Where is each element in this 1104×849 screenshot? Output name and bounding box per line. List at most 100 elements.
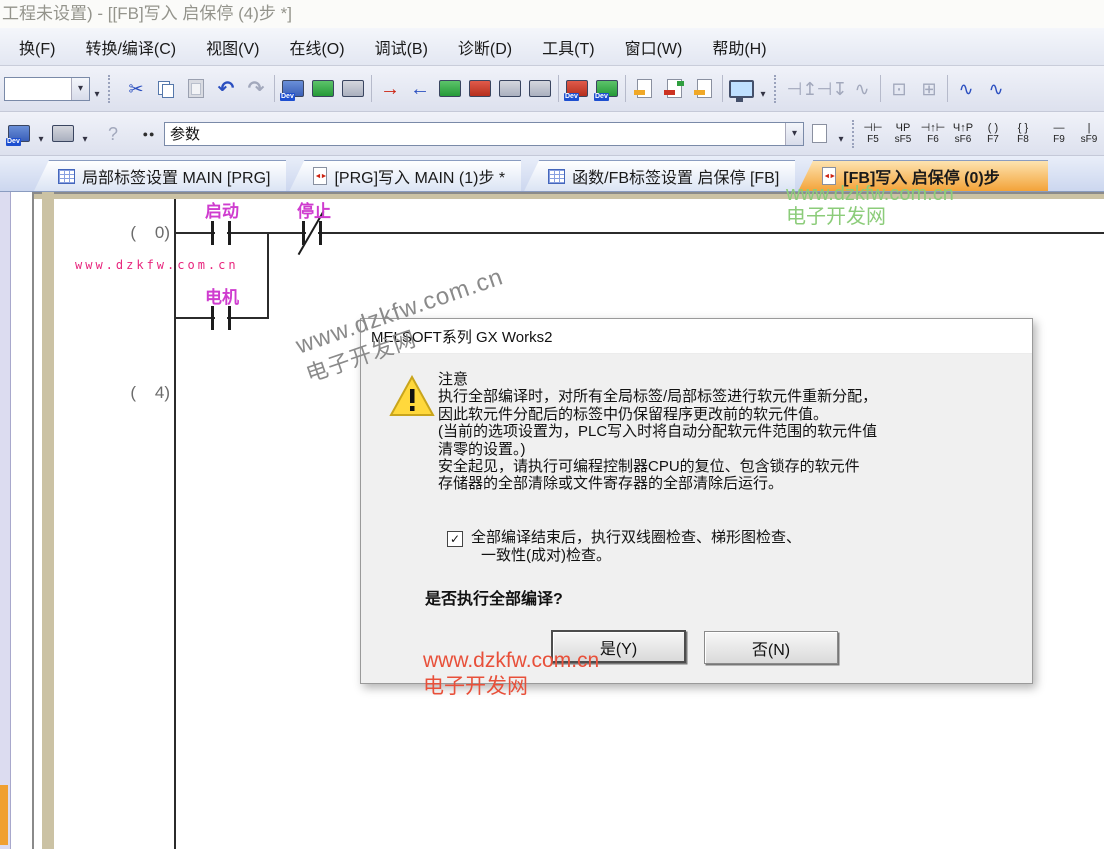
copy-button[interactable] <box>151 74 181 104</box>
read-from-plc-button[interactable]: ← <box>405 74 435 104</box>
tab-prg-write-main[interactable]: ◄► [PRG]写入 MAIN (1)步 * <box>289 160 521 191</box>
contact-label: 停止 <box>297 197 331 222</box>
menu-file[interactable]: 换(F) <box>4 28 70 65</box>
toolbar-grip[interactable] <box>852 120 854 148</box>
find-button[interactable]: ●● <box>134 119 164 149</box>
menu-convert-compile[interactable]: 转换/编译(C) <box>70 28 191 65</box>
doc-find-button[interactable] <box>804 119 834 149</box>
watch-window-button[interactable]: ⊡ <box>884 74 914 104</box>
ladder-instruction-button[interactable]: { }F8 <box>1008 117 1038 151</box>
undo-button[interactable]: ↶ <box>211 74 241 104</box>
device-test-off-button[interactable]: ⊣↧ <box>817 74 847 104</box>
toolbar-overflow-icon[interactable]: ▾ <box>756 75 770 103</box>
monitor-stop-button[interactable] <box>465 74 495 104</box>
ladder-hline-button[interactable]: —F9 <box>1044 117 1074 151</box>
monitor-start-icon <box>439 80 461 97</box>
editor-frame <box>32 192 34 849</box>
separator <box>722 75 723 102</box>
check-after-compile-option: ✓ 全部编译结束后，执行双线圈检查、梯形图检查、 一致性(成对)检查。 <box>447 529 801 565</box>
monitor-write-mode-button[interactable] <box>525 74 555 104</box>
separator <box>880 75 881 102</box>
editor-frame <box>42 192 54 849</box>
checkbox-checked[interactable]: ✓ <box>447 531 463 547</box>
device-find-button[interactable]: Dev <box>278 74 308 104</box>
monitor-start-button[interactable] <box>435 74 465 104</box>
chevron-down-icon[interactable]: ▾ <box>78 120 92 148</box>
chevron-down-icon[interactable]: ▾ <box>71 78 89 100</box>
ladder-open-branch-button[interactable]: ⊣↑⊢F6 <box>918 117 948 151</box>
paste-button[interactable] <box>181 74 211 104</box>
no-button[interactable]: 否(N) <box>704 631 838 664</box>
contact-find-button[interactable] <box>308 74 338 104</box>
device-display-button[interactable]: Dev <box>4 119 34 149</box>
menu-tools[interactable]: 工具(T) <box>527 28 609 65</box>
device-monitor-start-button[interactable]: Dev <box>592 74 622 104</box>
contact-bar <box>228 306 231 330</box>
doc-batch-button[interactable] <box>689 74 719 104</box>
toolbar-grip[interactable] <box>108 75 117 103</box>
monitor-write-mode-icon <box>529 80 551 97</box>
menu-debug[interactable]: 调试(B) <box>360 28 443 65</box>
tab-fb-write-active[interactable]: ◄► [FB]写入 启保停 (0)步 <box>798 160 1048 191</box>
redo-button[interactable]: ↷ <box>241 74 271 104</box>
logging-button[interactable]: ∿ <box>981 74 1011 104</box>
device-zoom-button[interactable] <box>48 119 78 149</box>
transfer-setup-button[interactable] <box>659 74 689 104</box>
device-combo[interactable]: ▾ <box>4 77 90 101</box>
menu-online[interactable]: 在线(O) <box>274 28 359 65</box>
contact-bar <box>319 221 322 245</box>
instruction-find-button[interactable] <box>338 74 368 104</box>
write-to-plc-button[interactable]: → <box>375 74 405 104</box>
menu-view[interactable]: 视图(V) <box>191 28 274 65</box>
find-combo[interactable]: 参数 ▾ <box>164 122 804 146</box>
chevron-down-icon[interactable]: ▾ <box>785 123 803 145</box>
tab-local-label-main[interactable]: 局部标签设置 MAIN [PRG] <box>34 160 286 191</box>
toolbar-grip[interactable] <box>774 75 783 103</box>
toolbar-options-icon[interactable]: ▾ <box>90 75 104 103</box>
ladder-coil-button[interactable]: ( )F7 <box>978 117 1008 151</box>
cut-button[interactable]: ✂ <box>121 74 151 104</box>
toolbar-overflow-icon[interactable]: ▾ <box>834 120 848 148</box>
pulse-test-button[interactable]: ∿ <box>847 74 877 104</box>
yes-button[interactable]: 是(Y) <box>551 630 686 663</box>
dialog-titlebar[interactable]: MELSOFT系列 GX Works2 <box>361 319 1032 354</box>
separator <box>947 75 948 102</box>
pc-connection-button[interactable] <box>726 74 756 104</box>
menu-window[interactable]: 窗口(W) <box>610 28 698 65</box>
sampling-trace-button[interactable]: ∿ <box>951 74 981 104</box>
ladder-vline-button[interactable]: |sF9 <box>1074 117 1104 151</box>
contact-find-icon <box>312 80 334 97</box>
copy-icon <box>158 81 174 97</box>
contact-bar <box>228 221 231 245</box>
separator <box>274 75 275 102</box>
help-button[interactable]: ? <box>98 119 128 149</box>
separator <box>625 75 626 102</box>
device-monitor-start-icon: Dev <box>596 80 618 97</box>
menu-help[interactable]: 帮助(H) <box>697 28 781 65</box>
doc-batch-icon <box>697 79 712 98</box>
device-monitor-stop-button[interactable]: Dev <box>562 74 592 104</box>
monitor-mode-button[interactable] <box>495 74 525 104</box>
checkbox-label: 全部编译结束后，执行双线圈检查、梯形图检查、 一致性(成对)检查。 <box>471 529 801 565</box>
ladder-close-contact-button[interactable]: ЧРsF5 <box>888 117 918 151</box>
ladder-close-branch-button[interactable]: Ч↑РsF6 <box>948 117 978 151</box>
buffer-monitor-button[interactable]: ⊞ <box>914 74 944 104</box>
transfer-setup-icon <box>667 79 682 98</box>
contact-bar <box>211 221 214 245</box>
buffer-monitor-icon: ⊞ <box>921 80 936 98</box>
verify-button[interactable] <box>629 74 659 104</box>
ladder-open-contact-button[interactable]: ⊣⊢F5 <box>858 117 888 151</box>
device-test-off-icon: ⊣↧ <box>817 80 848 98</box>
contact-label: 启动 <box>205 197 239 222</box>
compile-confirm-dialog: MELSOFT系列 GX Works2 注意 执行全部编译时，对所有全局标签/局… <box>360 318 1033 684</box>
menu-diagnostics[interactable]: 诊断(D) <box>443 28 527 65</box>
document-tab-bar: 局部标签设置 MAIN [PRG] ◄► [PRG]写入 MAIN (1)步 *… <box>0 156 1104 192</box>
dialog-heading: 注意 <box>438 371 1013 388</box>
tab-fb-label-settings[interactable]: 函数/FB标签设置 启保停 [FB] <box>524 160 795 191</box>
docked-panel-edge <box>0 192 11 849</box>
undo-icon: ↶ <box>218 79 235 99</box>
doc-find-icon <box>812 124 827 143</box>
gx-works2-window: 工程未设置) - [[FB]写入 启保停 (4)步 *] 换(F) 转换/编译(… <box>0 0 1104 849</box>
chevron-down-icon[interactable]: ▾ <box>34 120 48 148</box>
device-test-on-button[interactable]: ⊣↥ <box>787 74 817 104</box>
